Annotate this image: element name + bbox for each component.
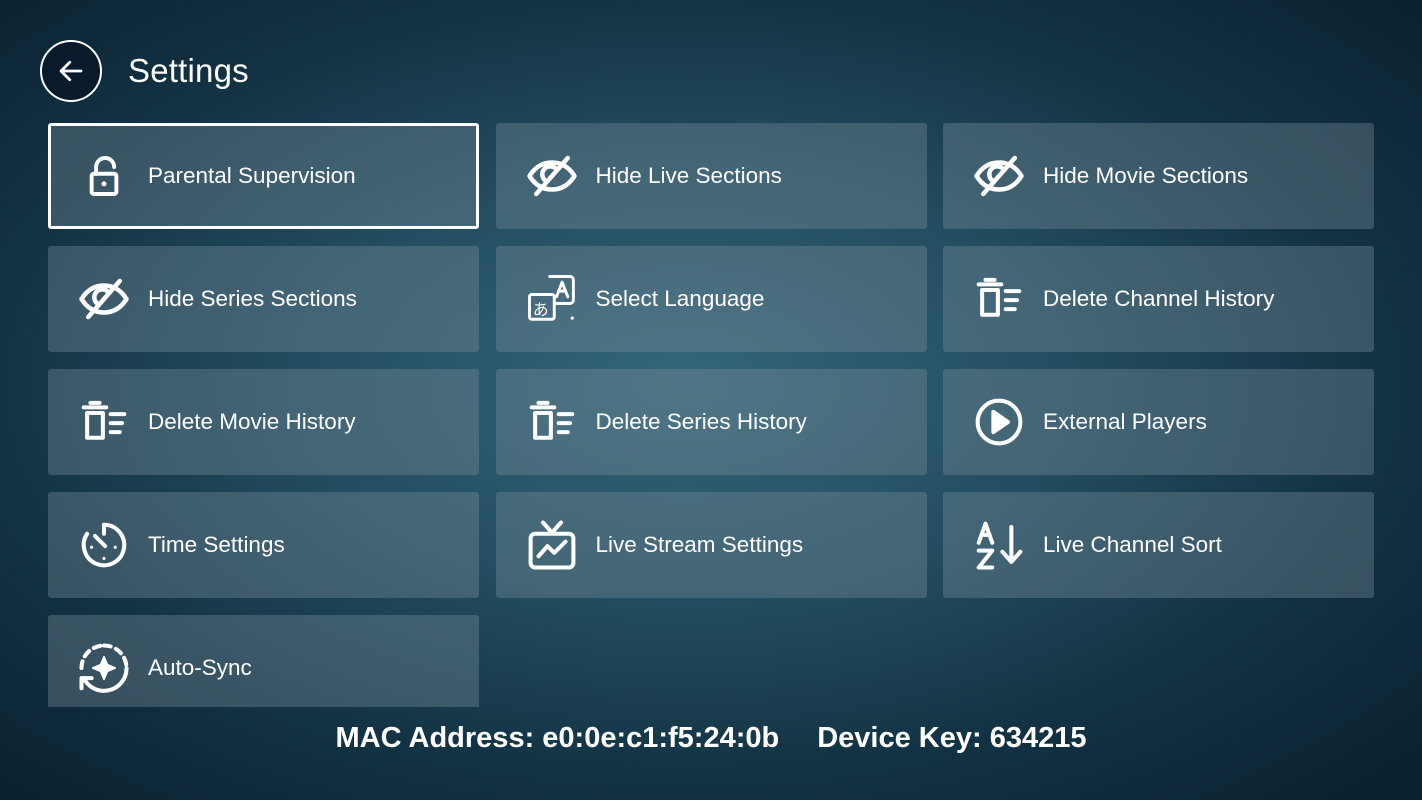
device-info: MAC Address: e0:0e:c1:f5:24:0b Device Key… [0,722,1422,755]
back-button[interactable] [40,40,102,102]
tile-label: Parental Supervision [148,163,356,188]
tile-label: External Players [1043,409,1207,434]
settings-grid: Parental Supervision Hide Live Sections … [48,123,1374,707]
eye-off-icon [76,271,132,327]
tile-external-players[interactable]: External Players [943,369,1374,475]
tile-label: Select Language [595,286,765,311]
tile-auto-sync[interactable]: Auto-Sync [48,615,479,707]
tile-label: Live Channel Sort [1043,532,1222,557]
translate-icon: あ [524,271,580,327]
tile-label: Hide Series Sections [148,286,357,311]
tile-parental-supervision[interactable]: Parental Supervision [48,123,479,229]
sort-az-icon [971,517,1027,573]
tile-select-language[interactable]: あ Select Language [495,246,927,352]
tile-live-stream-settings[interactable]: Live Stream Settings [495,492,927,598]
tile-label: Delete Series History [595,409,807,434]
sync-icon [76,640,132,696]
tile-delete-series-history[interactable]: Delete Series History [495,369,927,475]
tile-label: Auto-Sync [148,655,252,680]
mac-address: MAC Address: e0:0e:c1:f5:24:0b [335,722,780,754]
timer-icon [76,517,132,573]
page-title: Settings [128,52,249,89]
eye-off-icon [524,148,580,204]
tile-hide-live-sections[interactable]: Hide Live Sections [495,123,927,229]
eye-off-icon [971,148,1027,204]
tile-hide-movie-sections[interactable]: Hide Movie Sections [943,123,1374,229]
svg-text:あ: あ [532,300,548,319]
tile-label: Delete Channel History [1043,286,1275,311]
tile-label: Hide Movie Sections [1043,163,1249,188]
play-circle-icon [971,394,1027,450]
tile-label: Time Settings [148,532,285,557]
tile-hide-series-sections[interactable]: Hide Series Sections [48,246,479,352]
tile-label: Delete Movie History [148,409,356,434]
delete-list-icon [524,394,580,450]
delete-list-icon [971,271,1027,327]
delete-list-icon [76,394,132,450]
tile-label: Hide Live Sections [595,163,782,188]
tile-delete-channel-history[interactable]: Delete Channel History [943,246,1374,352]
tile-delete-movie-history[interactable]: Delete Movie History [48,369,479,475]
device-key: Device Key: 634215 [817,722,1087,754]
tv-icon [524,517,580,573]
tile-time-settings[interactable]: Time Settings [48,492,479,598]
lock-icon [76,148,132,204]
tile-label: Live Stream Settings [595,532,804,557]
arrow-left-icon [56,56,86,86]
tile-live-channel-sort[interactable]: Live Channel Sort [943,492,1374,598]
